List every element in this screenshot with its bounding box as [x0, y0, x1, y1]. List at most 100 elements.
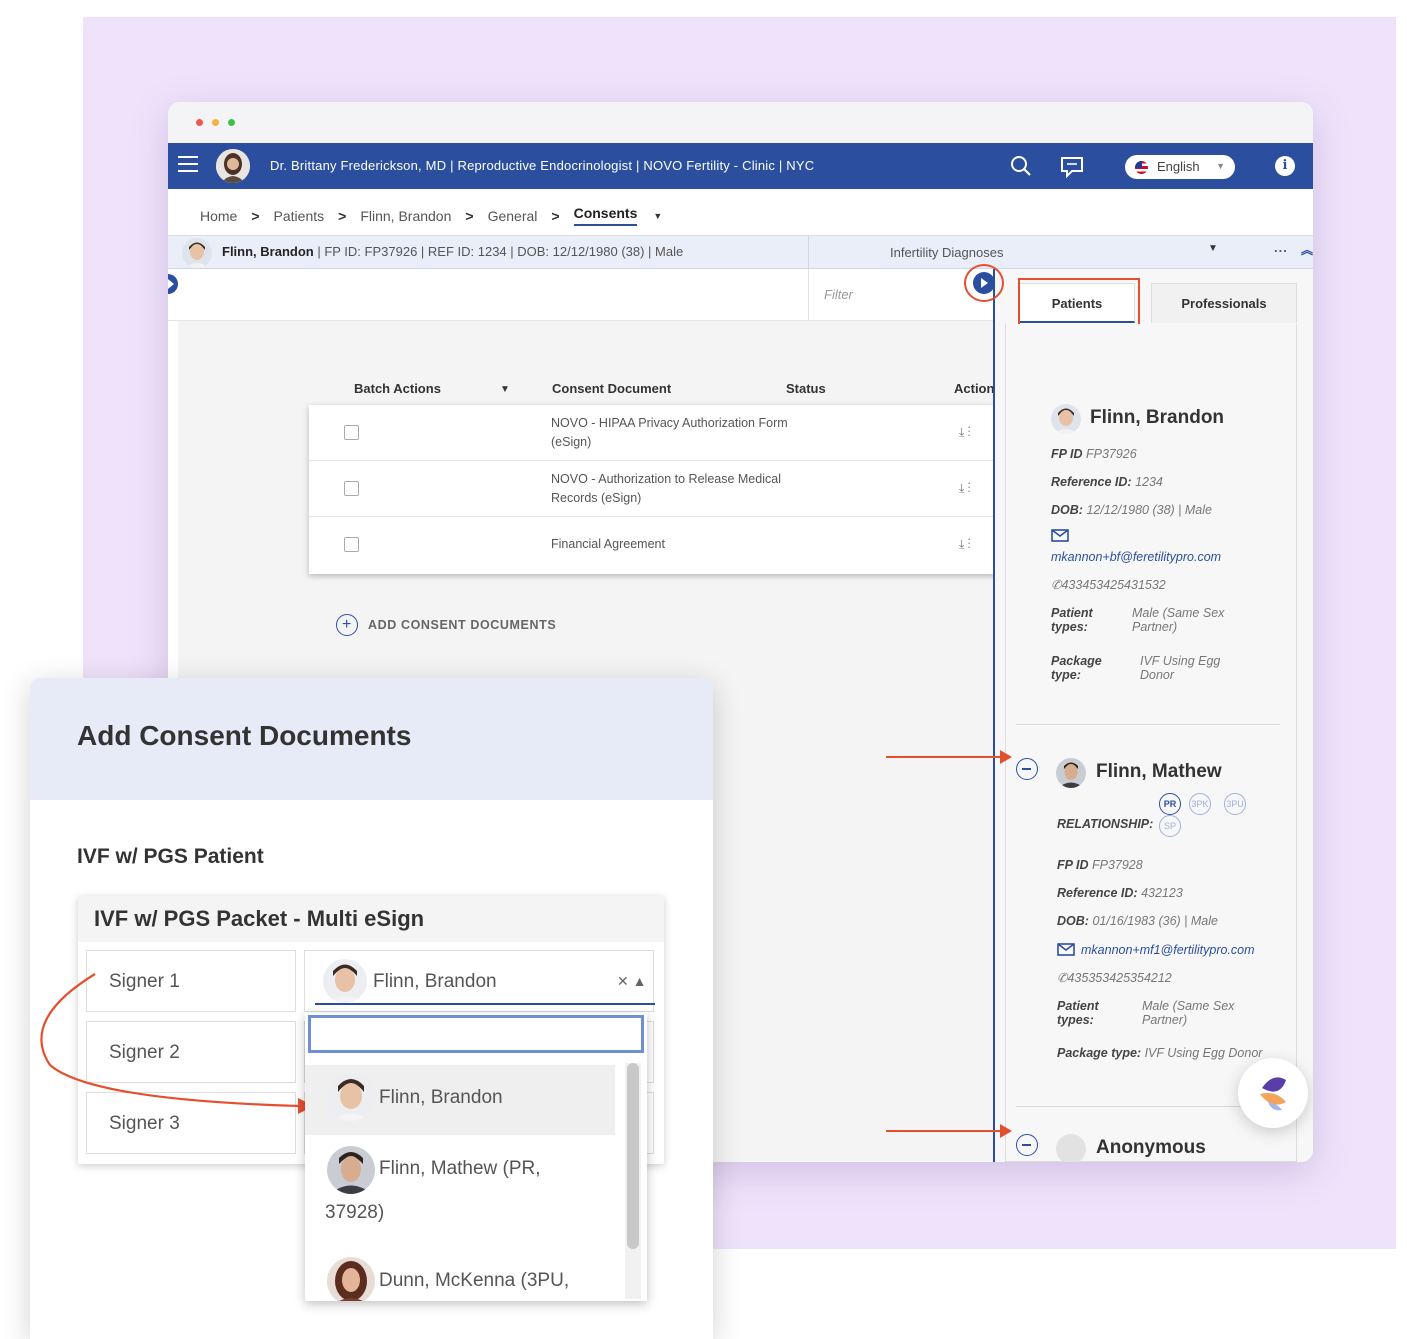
patient-types-label: Patient types: — [1051, 606, 1093, 634]
divider — [808, 269, 809, 321]
chevron-down-icon: ▼ — [1216, 161, 1225, 171]
fp-id: FP ID FP37926 — [1051, 447, 1137, 461]
relationship-badge[interactable]: 3PK — [1189, 793, 1211, 815]
patient-name[interactable]: Flinn, Mathew — [1096, 761, 1222, 783]
option-label: Flinn, Brandon — [379, 1087, 503, 1108]
download-icon[interactable]: ⤓ ⋮ — [959, 537, 971, 552]
section-title: IVF w/ PGS Patient — [77, 845, 264, 868]
diagnoses-select[interactable]: Infertility Diagnoses — [890, 245, 1003, 260]
breadcrumb-home[interactable]: Home — [200, 208, 237, 224]
search-icon[interactable] — [1010, 155, 1032, 182]
mail-icon — [1057, 943, 1075, 956]
email-link[interactable]: mkannon+mf1@fertilitypro.com — [1057, 943, 1255, 957]
relationship-badge[interactable]: SP — [1159, 815, 1181, 837]
signer-select[interactable]: Flinn, Brandon ✕ ▲ — [315, 957, 655, 1005]
dropdown-option[interactable]: Dunn, McKenna (3PU, — [305, 1255, 615, 1301]
package-type: IVF Using Egg Donor — [1140, 654, 1221, 682]
more-icon[interactable]: ... — [1274, 240, 1288, 255]
option-avatar — [327, 1073, 375, 1121]
maximize-window-icon[interactable] — [228, 119, 235, 126]
row-checkbox[interactable] — [344, 425, 359, 440]
close-window-icon[interactable] — [196, 119, 203, 126]
pointer-arrow — [886, 750, 1012, 764]
table-row: Financial Agreement ⤓ ⋮ — [309, 517, 999, 573]
collapse-icon[interactable] — [1016, 1134, 1038, 1156]
table-row: NOVO - HIPAA Privacy Authorization Form … — [309, 405, 999, 461]
assistant-button[interactable] — [1238, 1058, 1308, 1128]
signer-value: Flinn, Brandon — [373, 971, 497, 992]
col-action: Action — [954, 381, 995, 396]
clear-icon[interactable]: ✕ ▲ — [617, 973, 646, 990]
chevron-down-icon[interactable]: ▼ — [1208, 243, 1218, 254]
info-icon[interactable]: i — [1275, 156, 1295, 176]
reference-id: Reference ID: 1234 — [1051, 475, 1163, 489]
download-icon[interactable]: ⤓ ⋮ — [959, 425, 971, 440]
patients-panel: Flinn, Brandon FP ID FP37926 Reference I… — [1005, 324, 1297, 1162]
anonymous-avatar — [1056, 1134, 1086, 1162]
language-select[interactable]: English ▼ — [1125, 155, 1235, 179]
mail-icon — [1051, 529, 1069, 545]
filter-row: Filter — [168, 269, 998, 321]
divider — [808, 236, 809, 269]
app-header: Dr. Brittany Frederickson, MD | Reproduc… — [168, 143, 1313, 189]
highlight-box — [1018, 278, 1140, 326]
tab-professionals[interactable]: Professionals — [1151, 283, 1297, 323]
dropdown-option[interactable]: Flinn, Mathew (PR, 37928) — [305, 1143, 615, 1243]
package-type: Package type: IVF Using Egg Donor — [1057, 1046, 1263, 1060]
breadcrumb-patient[interactable]: Flinn, Brandon — [360, 208, 451, 224]
chat-icon[interactable] — [1060, 156, 1084, 183]
col-batch-actions[interactable]: Batch Actions — [354, 381, 441, 396]
breadcrumb-consents[interactable]: Consents — [573, 205, 638, 226]
patient-bar: Flinn, Brandon | FP ID: FP37926 | REF ID… — [168, 236, 1313, 269]
breadcrumb-general[interactable]: General — [488, 208, 538, 224]
modal-title: Add Consent Documents — [77, 720, 412, 751]
patient-avatar — [182, 238, 212, 268]
patient-info: Flinn, Brandon | FP ID: FP37926 | REF ID… — [222, 244, 683, 259]
signer-cell: Flinn, Brandon ✕ ▲ — [304, 950, 655, 1012]
scrollbar[interactable] — [625, 1063, 641, 1299]
dropdown-option[interactable]: Flinn, Brandon — [305, 1065, 615, 1135]
chevron-down-icon[interactable]: ▼ — [500, 384, 510, 395]
patient-types: Male (Same Sex Partner) — [1132, 606, 1225, 634]
chevron-right-icon: > — [338, 207, 347, 224]
minimize-window-icon[interactable] — [212, 119, 219, 126]
add-consent-label: ADD CONSENT DOCUMENTS — [368, 618, 557, 632]
dropdown-search-input[interactable] — [308, 1015, 644, 1053]
plus-icon: + — [336, 614, 358, 636]
chevron-right-icon: > — [251, 207, 260, 224]
pointer-arrow — [886, 1124, 1012, 1138]
hamburger-menu-icon[interactable] — [178, 156, 198, 172]
option-label: Dunn, McKenna (3PU, — [379, 1270, 570, 1291]
row-checkbox[interactable] — [344, 537, 359, 552]
assistant-logo-icon — [1260, 1077, 1286, 1111]
doctor-avatar[interactable] — [216, 149, 250, 183]
chevron-down-icon[interactable]: ▼ — [653, 211, 662, 221]
patient-types-label: Patient types: — [1057, 999, 1099, 1027]
scrollbar-thumb[interactable] — [627, 1063, 639, 1249]
table-row: NOVO - Authorization to Release Medical … — [309, 461, 999, 517]
breadcrumb-patients[interactable]: Patients — [274, 208, 325, 224]
relationship-badge[interactable]: 3PU — [1224, 793, 1246, 815]
download-icon[interactable]: ⤓ ⋮ — [959, 481, 971, 496]
email-link[interactable]: mkannon+bf@feretilitypro.com — [1051, 550, 1221, 564]
patient-name[interactable]: Anonymous — [1096, 1137, 1206, 1159]
drawer-toggle-icon[interactable] — [973, 272, 995, 294]
option-avatar — [327, 1146, 375, 1194]
add-consent-button[interactable]: + ADD CONSENT DOCUMENTS — [336, 614, 556, 636]
chevron-up-icon[interactable]: ︽ — [1301, 241, 1313, 258]
doctor-title: Dr. Brittany Frederickson, MD | Reproduc… — [270, 158, 815, 173]
filter-input[interactable]: Filter — [824, 287, 853, 302]
consent-document: Financial Agreement — [551, 537, 665, 551]
chevron-right-icon: > — [551, 207, 560, 224]
patient-name[interactable]: Flinn, Brandon — [1090, 407, 1224, 429]
row-checkbox[interactable] — [344, 481, 359, 496]
language-label: English — [1157, 159, 1200, 174]
us-flag-icon — [1135, 161, 1148, 174]
option-avatar — [327, 1257, 375, 1301]
collapse-icon[interactable] — [1016, 758, 1038, 780]
divider — [1016, 724, 1280, 725]
relationship-badge[interactable]: PR — [1159, 793, 1181, 815]
patient-name[interactable]: Flinn, Brandon — [222, 244, 314, 259]
chevron-right-icon: > — [465, 207, 474, 224]
signer-dropdown: Flinn, Brandon Flinn, Mathew (PR, 37928)… — [305, 1013, 647, 1301]
